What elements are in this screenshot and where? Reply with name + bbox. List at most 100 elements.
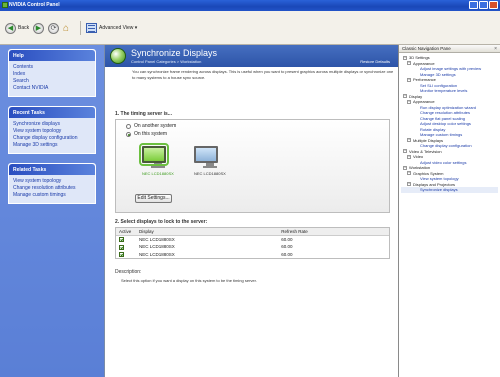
- nav-tree-label: Change resolution attributes: [420, 110, 471, 115]
- synchronize-displays-icon: [110, 48, 126, 64]
- title-bar: NVIDIA Control Panel: [0, 0, 500, 11]
- radio-this-system[interactable]: On this system: [126, 131, 167, 137]
- nvidia-app-icon: [2, 2, 8, 8]
- table-row[interactable]: NEC LCD1880SX 60.00: [116, 243, 389, 250]
- toolbar-separator: [80, 21, 81, 35]
- lock-displays-section: 2. Select displays to lock to the server…: [115, 219, 390, 259]
- monitor-label: NEC LCD1880SX: [142, 171, 174, 176]
- recent-task-link[interactable]: Synchronize displays: [13, 121, 91, 128]
- nav-tree-label: Adjust image settings with preview: [420, 66, 482, 71]
- main-content: Synchronize Displays Control Panel Categ…: [104, 45, 398, 377]
- nav-tree-label: Synchronize displays: [420, 187, 458, 192]
- radio-other-system[interactable]: On another system: [126, 123, 176, 129]
- active-checkbox[interactable]: [119, 251, 124, 257]
- display-table-box: Active Display Refresh Rate NEC LCD1880S…: [115, 227, 390, 259]
- page-header: Synchronize Displays Control Panel Categ…: [105, 45, 398, 67]
- monitor-selected[interactable]: NEC LCD1880SX: [139, 143, 174, 176]
- table-row[interactable]: NEC LCD1880SX 60.00: [116, 236, 389, 244]
- nav-tree-label: Manage 3D settings: [420, 71, 456, 77]
- close-button[interactable]: [489, 1, 498, 9]
- refresh-rate-cell: 60.00: [281, 237, 293, 243]
- monitor-icon: [139, 143, 169, 166]
- advanced-view-icon[interactable]: [86, 23, 97, 33]
- help-panel-title: Help: [9, 50, 95, 61]
- back-button-label[interactable]: Back: [18, 25, 29, 31]
- nav-tree-label: Workstation: [409, 165, 431, 170]
- help-link[interactable]: Index: [13, 71, 91, 78]
- related-task-link[interactable]: Change resolution attributes: [13, 185, 91, 192]
- timing-server-box: On another system On this system NEC LCD…: [115, 119, 390, 213]
- back-arrow-icon[interactable]: ◀: [5, 23, 16, 34]
- toolbar: ◀ Back ▶ ⟳ ⌂ Advanced View ▾: [0, 11, 500, 45]
- breadcrumb[interactable]: Control Panel Categories > Workstation: [131, 59, 201, 64]
- nav-tree-label: Adjust video color settings: [420, 159, 467, 165]
- refresh-icon[interactable]: ⟳: [48, 23, 59, 34]
- nav-tree-label: 3D Settings: [409, 55, 430, 60]
- help-link[interactable]: Search: [13, 78, 91, 85]
- column-header[interactable]: Refresh Rate: [278, 228, 389, 236]
- radio-button-selected[interactable]: [126, 131, 131, 137]
- forward-arrow-icon[interactable]: ▶: [33, 23, 44, 34]
- display-cell: NEC LCD1880SX: [139, 251, 175, 257]
- nav-tree-label: Multiple Displays: [413, 137, 444, 143]
- monitor-label: NEC LCD1880SX: [194, 171, 226, 176]
- display-cell: NEC LCD1880SX: [139, 237, 175, 243]
- radio-button[interactable]: [126, 123, 131, 129]
- restore-defaults-link[interactable]: Restore Defaults: [360, 59, 390, 64]
- window-title: NVIDIA Control Panel: [9, 2, 60, 8]
- recent-task-link[interactable]: View system topology: [13, 128, 91, 135]
- nav-tree-label: Video & Television: [409, 148, 442, 154]
- help-link[interactable]: Contact NVIDIA: [13, 85, 91, 92]
- tree-expand-icon[interactable]: −: [407, 171, 411, 176]
- help-panel: Help Contents Index Search Contact NVIDI…: [8, 49, 96, 97]
- tree-expand-icon[interactable]: −: [407, 154, 411, 159]
- tree-expand-icon[interactable]: −: [403, 55, 407, 60]
- maximize-button[interactable]: [479, 1, 488, 9]
- nav-tree-label: Set SLI configuration: [420, 82, 458, 88]
- recent-tasks-title: Recent Tasks: [9, 107, 95, 118]
- nav-tree-label: Graphics System: [413, 170, 444, 176]
- recent-task-link[interactable]: Manage 3D settings: [13, 142, 91, 149]
- monitor-icon: [194, 146, 218, 163]
- nav-tree-label: View system topology: [420, 176, 459, 181]
- tree-expand-icon[interactable]: −: [403, 94, 407, 99]
- home-icon[interactable]: ⌂: [63, 23, 75, 34]
- description-text: Select this option if you want a display…: [121, 277, 257, 283]
- tree-expand-icon[interactable]: −: [407, 182, 411, 187]
- refresh-rate-cell: 60.00: [281, 244, 293, 250]
- recent-task-link[interactable]: Change display configuration: [13, 135, 91, 142]
- radio-label: On this system: [134, 131, 168, 137]
- page-title: Synchronize Displays: [131, 48, 218, 58]
- refresh-rate-cell: 60.00: [281, 251, 293, 257]
- tree-expand-icon[interactable]: −: [403, 165, 407, 170]
- window-controls: [469, 1, 498, 9]
- advanced-view-button[interactable]: Advanced View ▾: [99, 25, 137, 31]
- nav-tree-item[interactable]: Synchronize displays: [401, 187, 498, 193]
- tree-expand-icon[interactable]: −: [407, 99, 411, 104]
- edit-settings-button[interactable]: Edit Settings...: [135, 194, 172, 203]
- active-checkbox[interactable]: [119, 244, 124, 250]
- monitor-unselected[interactable]: NEC LCD1880SX: [194, 146, 226, 176]
- nav-pane-header: Classic Navigation Pane ×: [399, 45, 500, 53]
- related-task-link[interactable]: View system topology: [13, 178, 91, 185]
- column-header[interactable]: Active: [116, 228, 136, 236]
- lock-displays-title: 2. Select displays to lock to the server…: [115, 219, 208, 225]
- column-header[interactable]: Display: [136, 228, 279, 236]
- nav-tree-label: Monitor temperature levels: [420, 88, 468, 93]
- tree-expand-icon[interactable]: −: [403, 149, 407, 154]
- table-row[interactable]: NEC LCD1880SX 60.00: [116, 251, 389, 258]
- help-link[interactable]: Contents: [13, 64, 91, 71]
- nav-tree-label: Adjust desktop color settings: [420, 121, 471, 126]
- nav-tree-label: Run display optimization wizard: [420, 104, 477, 110]
- classic-navigation-pane: Classic Navigation Pane × −3D Settings − A…: [398, 45, 500, 377]
- tree-expand-icon[interactable]: −: [407, 138, 411, 143]
- related-task-link[interactable]: Manage custom timings: [13, 192, 91, 199]
- minimize-button[interactable]: [469, 1, 478, 9]
- monitor-base: [202, 166, 217, 168]
- tree-expand-icon[interactable]: −: [407, 61, 411, 66]
- tree-expand-icon[interactable]: −: [407, 77, 411, 82]
- active-checkbox[interactable]: [119, 237, 124, 243]
- close-nav-pane-icon[interactable]: ×: [494, 46, 497, 52]
- nav-pane-title: Classic Navigation Pane: [402, 46, 451, 51]
- nav-tree-label: Change display configuration: [420, 143, 472, 148]
